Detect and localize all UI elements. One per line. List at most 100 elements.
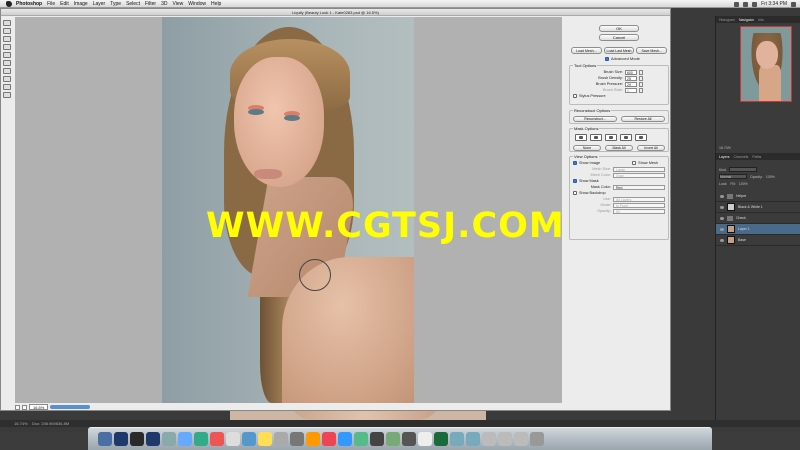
menu-layer[interactable]: Layer (93, 1, 106, 7)
checkbox-icon[interactable] (573, 94, 577, 98)
calendar-icon[interactable] (226, 432, 240, 446)
slider-dropdown-icon[interactable] (639, 81, 643, 87)
menu-edit[interactable]: Edit (60, 1, 69, 7)
slider-dropdown-icon[interactable] (639, 69, 643, 75)
spotlight-icon[interactable] (791, 1, 796, 7)
safari-icon[interactable] (178, 432, 192, 446)
twirl-tool-icon[interactable] (3, 36, 11, 42)
tab-navigator[interactable]: Navigator (739, 18, 754, 22)
utility-icon[interactable] (386, 432, 400, 446)
reconstruct-tool-icon[interactable] (3, 28, 11, 34)
eye-icon[interactable] (720, 227, 724, 231)
lightroom-icon[interactable] (130, 432, 144, 446)
menu-app[interactable]: Photoshop (16, 1, 42, 7)
clock[interactable]: Fri 3:34 PM (761, 1, 787, 7)
load-last-mesh-button[interactable]: Load Last Mesh (603, 47, 635, 54)
reconstruct-button[interactable]: Reconstruct... (573, 116, 617, 122)
notes-icon[interactable] (258, 432, 272, 446)
chrome-icon[interactable] (210, 432, 224, 446)
eye-icon[interactable] (720, 238, 724, 242)
eye-icon[interactable] (720, 205, 724, 209)
zoom-tool-icon[interactable] (3, 92, 11, 98)
none-button[interactable]: None (573, 145, 601, 151)
cancel-button[interactable]: Cancel (599, 34, 639, 41)
brush-density-input[interactable]: 25 (625, 75, 637, 81)
fill-value[interactable]: 100% (739, 182, 748, 186)
itunes-icon[interactable] (322, 432, 336, 446)
subtract-from-selection-icon[interactable] (605, 134, 617, 141)
hand-tool-icon[interactable] (3, 84, 11, 90)
save-mesh-button[interactable]: Save Mesh... (636, 47, 668, 54)
invert-selection-icon[interactable] (635, 134, 647, 141)
brush-size-input[interactable]: 600 (625, 69, 637, 75)
maps-icon[interactable] (354, 432, 368, 446)
opacity-input[interactable]: 50 (613, 208, 665, 214)
navigator-thumbnail[interactable] (740, 26, 792, 102)
apple-icon[interactable] (6, 0, 12, 7)
mail-icon[interactable] (242, 432, 256, 446)
menu-image[interactable]: Image (74, 1, 88, 7)
forward-warp-tool-icon[interactable] (3, 20, 11, 26)
ok-button[interactable]: OK (599, 25, 639, 32)
thaw-mask-tool-icon[interactable] (3, 76, 11, 82)
system-preferences-icon[interactable] (290, 432, 304, 446)
push-left-tool-icon[interactable] (3, 60, 11, 66)
slider-dropdown-icon[interactable] (639, 87, 643, 93)
layer-row-black-white[interactable]: Black & White 1 (716, 202, 800, 213)
checkbox-icon[interactable] (573, 161, 577, 165)
mesh-size-select[interactable]: Large (613, 166, 665, 172)
terminal-icon[interactable] (370, 432, 384, 446)
tab-info[interactable]: Info (758, 18, 764, 22)
menu-select[interactable]: Select (126, 1, 140, 7)
menu-window[interactable]: Window (188, 1, 206, 7)
layer-row-check[interactable]: Check (716, 213, 800, 224)
menu-3d[interactable]: 3D (161, 1, 167, 7)
checkbox-icon[interactable] (573, 179, 577, 183)
evernote-icon[interactable] (434, 432, 448, 446)
app-store-icon[interactable] (338, 432, 352, 446)
layer-row-helper[interactable]: Helper (716, 191, 800, 202)
eye-icon[interactable] (720, 194, 724, 198)
layer-row-layer-1[interactable]: Layer 1 (716, 224, 800, 235)
firefox-icon[interactable] (306, 432, 320, 446)
pucker-tool-icon[interactable] (3, 44, 11, 50)
tab-histogram[interactable]: Histogram (719, 18, 735, 22)
photoshop-alt-icon[interactable] (146, 432, 160, 446)
finder-icon[interactable] (98, 432, 112, 446)
restore-all-button[interactable]: Restore All (621, 116, 665, 122)
window-icon[interactable] (498, 432, 512, 446)
intersect-selection-icon[interactable] (620, 134, 632, 141)
show-mesh-checkbox[interactable]: Show Mesh (632, 161, 658, 165)
mode-select[interactable]: In Front (613, 202, 665, 208)
launchpad-icon[interactable] (162, 432, 176, 446)
battery-icon[interactable] (752, 1, 758, 7)
window-icon[interactable] (514, 432, 528, 446)
show-image-checkbox[interactable]: Show Image (573, 161, 600, 165)
document-icon[interactable] (418, 432, 432, 446)
tab-layers[interactable]: Layers (719, 155, 730, 159)
mask-color-select[interactable]: Red (613, 184, 665, 190)
use-select[interactable]: All Layers (613, 196, 665, 202)
menu-type[interactable]: Type (110, 1, 121, 7)
zoom-value[interactable]: 16.5% (29, 404, 49, 410)
downloads-folder-icon[interactable] (466, 432, 480, 446)
navigator-zoom[interactable]: 16.74% (719, 146, 731, 150)
menu-file[interactable]: File (47, 1, 55, 7)
load-mesh-button[interactable]: Load Mesh... (571, 47, 602, 54)
checkbox-icon[interactable] (605, 56, 609, 61)
brush-pressure-input[interactable]: 29 (625, 81, 637, 87)
wifi-icon[interactable] (734, 1, 740, 7)
advanced-mode-checkbox[interactable]: Advanced Mode (605, 56, 640, 61)
kind-filter[interactable] (729, 167, 758, 172)
replace-selection-icon[interactable] (575, 134, 587, 141)
menu-view[interactable]: View (173, 1, 184, 7)
trash-icon[interactable] (530, 432, 544, 446)
folder-icon[interactable] (450, 432, 464, 446)
brush-rate-input[interactable]: 0 (625, 87, 637, 93)
eye-icon[interactable] (720, 216, 724, 220)
screenshot-icon[interactable] (482, 432, 496, 446)
mask-all-button[interactable]: Mask All (605, 145, 633, 151)
opacity-value[interactable]: 100% (766, 175, 775, 179)
blend-mode-select[interactable]: Normal (719, 174, 747, 179)
volume-icon[interactable] (743, 1, 749, 7)
